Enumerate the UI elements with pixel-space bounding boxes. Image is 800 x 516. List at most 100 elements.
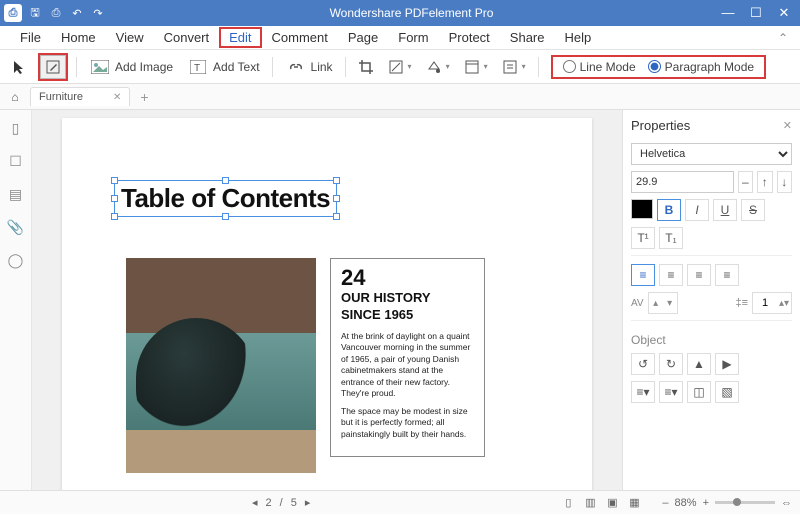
underline-button[interactable]: U [713,199,737,221]
comments-icon[interactable]: ▤ [9,186,22,203]
line-mode-radio[interactable]: Line Mode [563,60,636,74]
crop-obj-button[interactable]: ◫ [687,381,711,403]
separator [538,57,539,77]
properties-close-icon[interactable]: ✕ [783,119,792,132]
font-color-swatch[interactable] [631,199,653,219]
undo-icon[interactable]: ↶ [68,4,86,22]
bates-button[interactable]: ▾ [498,55,530,79]
resize-handle[interactable] [222,213,229,220]
fit-width-button[interactable]: ⇔ [781,497,792,509]
flip-h-button[interactable]: ▲ [687,353,711,375]
tab-close-icon[interactable]: ✕ [113,92,121,103]
text-icon: T [187,56,209,78]
replace-image-button[interactable]: ▧ [715,381,739,403]
add-image-button[interactable]: Add Image [85,55,177,79]
align-obj-2-button[interactable]: ≡▾ [659,381,683,403]
edit-object-button[interactable] [40,55,66,79]
prev-page-button[interactable]: ◂ [252,496,258,509]
document-tab[interactable]: Furniture ✕ [30,87,130,106]
background-button[interactable]: ▾ [422,55,454,79]
menu-file[interactable]: File [10,27,51,48]
resize-handle[interactable] [111,195,118,202]
menu-home[interactable]: Home [51,27,106,48]
menu-convert[interactable]: Convert [154,27,220,48]
close-button[interactable]: ✕ [772,5,796,21]
home-icon[interactable]: ⌂ [6,90,24,104]
crop-button[interactable] [354,55,378,79]
properties-title: Properties [631,118,690,133]
story-title-1: OUR HISTORY [341,291,474,306]
add-text-button[interactable]: T Add Text [183,55,263,79]
zoom-in-button[interactable]: + [703,497,709,509]
main-area: ▯ ☐ ▤ 📎 ◯ Table of Contents 24 OUR HISTO [0,110,800,490]
maximize-button[interactable]: ☐ [744,5,768,21]
title-bar: ⎙ 🖫 ⎙ ↶ ↷ Wondershare PDFelement Pro — ☐… [0,0,800,26]
print-icon[interactable]: ⎙ [47,4,65,22]
menu-help[interactable]: Help [555,27,602,48]
watermark-button[interactable]: ▾ [384,55,416,79]
subscript-button[interactable]: ↓ [777,171,792,193]
menu-view[interactable]: View [106,27,154,48]
next-page-button[interactable]: ▸ [305,496,311,509]
view-continuous-icon[interactable]: ▥ [582,495,598,511]
document-canvas[interactable]: Table of Contents 24 OUR HISTORY SINCE 1… [32,110,622,490]
resize-handle[interactable] [333,213,340,220]
menu-share[interactable]: Share [500,27,555,48]
rotate-cw-button[interactable]: ↻ [659,353,683,375]
resize-handle[interactable] [222,177,229,184]
strike-button[interactable]: S [741,199,765,221]
zoom-out-button[interactable]: – [662,497,668,509]
view-two-icon[interactable]: ▣ [604,495,620,511]
page: Table of Contents 24 OUR HISTORY SINCE 1… [62,118,592,490]
resize-handle[interactable] [111,177,118,184]
rotate-ccw-button[interactable]: ↺ [631,353,655,375]
align-obj-1-button[interactable]: ≡▾ [631,381,655,403]
superscript-t-button[interactable]: T¹ [631,227,655,249]
align-left-button[interactable]: ≡ [631,264,655,286]
align-justify-button[interactable]: ≡ [715,264,739,286]
attachments-icon[interactable]: 📎 [7,219,24,236]
menu-page[interactable]: Page [338,27,388,48]
view-grid-icon[interactable]: ▦ [626,495,642,511]
line-spacing-spinner[interactable]: ▴▾ [752,292,792,314]
bookmarks-icon[interactable]: ☐ [9,153,22,170]
zoom-slider[interactable] [715,501,775,504]
minimize-button[interactable]: — [716,5,740,21]
link-button[interactable]: Link [281,55,337,79]
redo-icon[interactable]: ↷ [89,4,107,22]
menu-form[interactable]: Form [388,27,438,48]
select-tool-button[interactable] [8,55,32,79]
superscript-button[interactable]: ↑ [757,171,772,193]
new-tab-button[interactable]: + [136,89,152,105]
align-right-button[interactable]: ≡ [687,264,711,286]
bold-button[interactable]: B [657,199,681,221]
italic-button[interactable]: I [685,199,709,221]
status-bar: ◂ 2 / 5 ▸ ▯ ▥ ▣ ▦ – 88% + ⇔ [0,490,800,514]
resize-handle[interactable] [333,195,340,202]
flip-v-button[interactable]: ▶ [715,353,739,375]
window-controls: — ☐ ✕ [716,5,796,21]
menu-protect[interactable]: Protect [439,27,500,48]
menu-edit[interactable]: Edit [219,27,261,48]
menu-comment[interactable]: Comment [262,27,338,48]
char-spacing-spinner[interactable]: ▴▾ [648,292,678,314]
resize-handle[interactable] [333,177,340,184]
collapse-ribbon-icon[interactable]: ⌃ [772,31,794,45]
font-size-input[interactable] [631,171,734,193]
align-center-button[interactable]: ≡ [659,264,683,286]
story-body: At the brink of daylight on a quaint Van… [341,331,474,440]
line-spacing-icon: ‡≡ [735,297,748,309]
paragraph-mode-radio[interactable]: Paragraph Mode [648,60,754,74]
left-sidebar: ▯ ☐ ▤ 📎 ◯ [0,110,32,490]
search-icon[interactable]: ◯ [8,252,24,269]
subscript-t-button[interactable]: T₁ [659,227,683,249]
header-footer-button[interactable]: ▾ [460,55,492,79]
decrease-size-button[interactable]: – [738,171,753,193]
selected-text-box[interactable]: Table of Contents [114,180,337,217]
view-single-icon[interactable]: ▯ [560,495,576,511]
save-icon[interactable]: 🖫 [26,4,44,22]
font-family-select[interactable]: Helvetica [631,143,792,165]
resize-handle[interactable] [111,213,118,220]
separator [76,57,77,77]
thumbnails-icon[interactable]: ▯ [12,120,20,137]
